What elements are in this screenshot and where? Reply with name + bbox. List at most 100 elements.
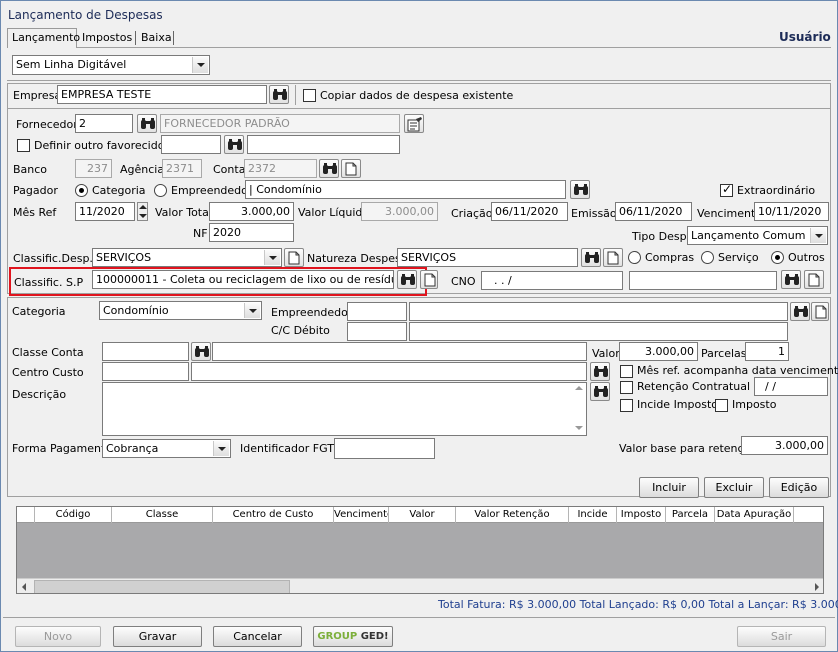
col-classe[interactable]: Classe <box>112 507 213 523</box>
novo-button[interactable]: Novo <box>15 626 101 647</box>
grid-hscrollbar[interactable] <box>17 578 823 593</box>
mesref-vencimento-checkbox[interactable] <box>620 365 633 378</box>
col-valor-retencao[interactable]: Valor Retenção <box>456 507 569 523</box>
search-conta-button[interactable] <box>319 159 339 178</box>
compras-radio[interactable] <box>628 251 641 264</box>
retencao-contratual-checkbox[interactable] <box>620 381 633 394</box>
search-classe-conta-button[interactable] <box>191 342 211 361</box>
tab-impostos[interactable]: Impostos <box>79 30 133 47</box>
tab-lancamento[interactable]: Lançamento <box>7 28 80 48</box>
ccdebito-code-input[interactable] <box>347 322 407 341</box>
descricao-textarea[interactable] <box>102 382 587 436</box>
chevron-down-icon[interactable] <box>192 57 208 73</box>
chevron-down-icon[interactable] <box>810 228 826 243</box>
search-centro-custo-button[interactable] <box>590 362 610 381</box>
classific-sp-input[interactable]: 100000011 - Coleta ou reciclagem de lixo… <box>92 270 394 289</box>
descricao-scroll-up-icon[interactable] <box>575 386 583 390</box>
col-incide[interactable]: Incide <box>569 507 617 523</box>
empreendedor-name-input[interactable] <box>409 302 788 321</box>
tipo-desp-select[interactable]: Lançamento Comum <box>687 226 828 245</box>
valor-base-input[interactable]: 3.000,00 <box>741 436 828 455</box>
fornecedor-details-button[interactable] <box>404 114 424 133</box>
col-vencimento[interactable]: Vencimento <box>334 507 389 523</box>
descricao-scroll-down-icon[interactable] <box>575 426 583 430</box>
group-ged-button[interactable]: GROUP GED! <box>313 626 393 647</box>
search-descricao-button[interactable] <box>590 382 610 401</box>
new-empreendedor-button[interactable] <box>811 302 829 321</box>
col-centro-custo[interactable]: Centro de Custo <box>213 507 334 523</box>
classe-conta-name-input[interactable] <box>212 342 587 361</box>
pagador-categoria-radio[interactable] <box>75 184 88 197</box>
grid-hscroll-thumb[interactable] <box>34 580 290 593</box>
new-conta-button[interactable] <box>341 159 361 178</box>
outros-radio[interactable] <box>771 251 784 264</box>
gravar-button[interactable]: Gravar <box>113 626 202 647</box>
search-fornecedor-button[interactable] <box>137 114 157 133</box>
empreendedor-code-input[interactable] <box>347 302 407 321</box>
classific-desp-select[interactable]: SERVIÇOS <box>92 248 282 267</box>
tab-baixa[interactable]: Baixa <box>138 30 176 47</box>
scroll-right-icon[interactable] <box>815 583 819 591</box>
search-classific-sp-button[interactable] <box>397 270 417 289</box>
incide-imposto-checkbox[interactable] <box>620 399 633 412</box>
new-cno-button[interactable] <box>804 270 824 289</box>
new-classific-sp-button[interactable] <box>420 270 438 289</box>
categoria-select[interactable]: Condomínio <box>99 301 262 320</box>
pagador-empreendedor-radio[interactable] <box>154 184 167 197</box>
pagador-input[interactable]: | Condomínio <box>245 180 566 199</box>
excluir-button[interactable]: Excluir <box>704 477 764 498</box>
forma-pagamento-select[interactable]: Cobrança <box>102 439 231 458</box>
mesref-spinner[interactable] <box>137 202 148 221</box>
col-valor[interactable]: Valor <box>389 507 456 523</box>
col-data-apuracao[interactable]: Data Apuração <box>715 507 794 523</box>
edicao-button[interactable]: Edição <box>769 477 829 498</box>
ccdebito-name-input[interactable] <box>409 322 788 341</box>
col-codigo[interactable]: Código <box>35 507 112 523</box>
nf-input[interactable]: 2020 <box>209 223 294 242</box>
valor-input[interactable]: 3.000,00 <box>619 342 698 361</box>
chevron-down-icon[interactable] <box>264 250 280 265</box>
search-natureza-button[interactable] <box>581 248 601 267</box>
scroll-left-icon[interactable] <box>22 583 26 591</box>
search-pagador-button[interactable] <box>570 180 590 199</box>
parcelas-input[interactable]: 1 <box>745 342 789 361</box>
natureza-despesa-input[interactable]: SERVIÇOS <box>397 248 578 267</box>
imposto-checkbox[interactable] <box>715 399 728 412</box>
classe-conta-code-input[interactable] <box>102 342 189 361</box>
extraordinario-checkbox[interactable] <box>720 182 733 197</box>
criacao-input[interactable]: 06/11/2020 <box>491 202 568 221</box>
new-classific-desp-button[interactable] <box>284 248 304 267</box>
incluir-button[interactable]: Incluir <box>639 477 699 498</box>
fgts-input[interactable] <box>334 438 435 459</box>
copy-data-checkbox[interactable] <box>303 89 316 102</box>
chevron-down-icon[interactable] <box>213 441 229 456</box>
col-parcela[interactable]: Parcela <box>666 507 715 523</box>
valor-total-input[interactable]: 3.000,00 <box>209 202 294 221</box>
vencimento-input[interactable]: 10/11/2020 <box>754 202 829 221</box>
detail-grid[interactable]: Código Classe Centro de Custo Vencimento… <box>16 506 824 594</box>
sair-button[interactable]: Sair <box>737 626 826 647</box>
new-natureza-button[interactable] <box>603 248 623 267</box>
empreendedor-label: Empreendedor <box>271 306 353 319</box>
fornecedor-code-input[interactable]: 2 <box>75 114 133 133</box>
other-favorecido-checkbox[interactable] <box>17 139 30 152</box>
search-empreendedor-button[interactable] <box>790 302 810 321</box>
search-cno-button[interactable] <box>781 270 801 289</box>
retencao-contratual-input[interactable]: / / <box>754 377 828 396</box>
search-favorecido-button[interactable] <box>224 135 244 154</box>
mesref-input[interactable]: 11/2020 <box>75 202 135 221</box>
cno-name-input[interactable] <box>629 271 777 290</box>
emissao-input[interactable]: 06/11/2020 <box>615 202 692 221</box>
col-imposto[interactable]: Imposto <box>617 507 666 523</box>
favorecido-code-input[interactable] <box>161 135 221 154</box>
chevron-down-icon[interactable] <box>244 303 260 318</box>
favorecido-name-input[interactable] <box>247 135 400 154</box>
search-empresa-button[interactable] <box>269 85 289 104</box>
centro-custo-code-input[interactable] <box>102 362 189 381</box>
servico-radio[interactable] <box>701 251 714 264</box>
cancelar-button[interactable]: Cancelar <box>213 626 302 647</box>
cno-input[interactable]: . . / <box>481 271 623 290</box>
centro-custo-name-input[interactable] <box>191 362 587 381</box>
linha-digitavel-select[interactable]: Sem Linha Digitável <box>12 55 210 75</box>
empresa-input[interactable]: EMPRESA TESTE <box>57 85 267 104</box>
